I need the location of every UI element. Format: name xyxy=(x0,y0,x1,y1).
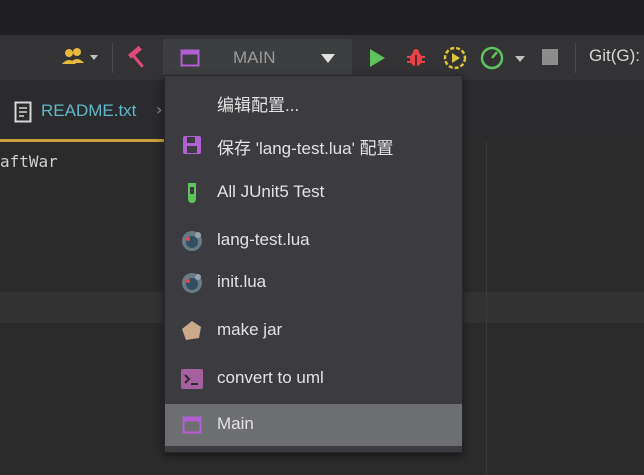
text-file-icon xyxy=(12,100,34,124)
menu-item-edit-configurations[interactable]: 编辑配置... xyxy=(165,81,462,123)
debug-icon[interactable] xyxy=(403,45,429,71)
main-toolbar: MAIN Git(G): xyxy=(0,35,644,80)
menu-item-label: 编辑配置... xyxy=(217,96,300,115)
run-configurations-dropdown: 编辑配置... 保存 'lang-test.lua' 配置 All JUnit5… xyxy=(164,75,463,453)
code-line: aftWar xyxy=(0,152,58,171)
menu-item-convert-to-uml[interactable]: convert to uml xyxy=(165,358,462,400)
polygon-icon xyxy=(179,319,205,343)
tab-readme[interactable]: README.txt › xyxy=(0,80,165,142)
run-config-label: MAIN xyxy=(233,48,276,67)
chevron-down-icon xyxy=(319,52,337,64)
menu-item-label: 保存 'lang-test.lua' 配置 xyxy=(217,139,394,158)
profiler-icon[interactable] xyxy=(478,44,528,72)
menu-item-lang-test-lua[interactable]: lang-test.lua xyxy=(165,220,462,262)
tab-filename: README.txt xyxy=(41,101,137,120)
save-icon xyxy=(179,133,205,157)
menu-item-label: All JUnit5 Test xyxy=(217,182,325,201)
menu-item-all-junit5-test[interactable]: All JUnit5 Test xyxy=(165,172,462,214)
hammer-icon[interactable] xyxy=(122,44,150,72)
menu-item-label: init.lua xyxy=(217,272,267,291)
menu-item-label: Main xyxy=(217,414,254,433)
terminal-icon xyxy=(179,367,205,391)
menu-item-label: convert to uml xyxy=(217,368,324,387)
run-configuration-selector[interactable]: MAIN xyxy=(163,39,352,77)
toolbar-separator xyxy=(575,43,576,73)
menu-item-init-lua[interactable]: init.lua xyxy=(165,262,462,304)
run-icon[interactable] xyxy=(365,45,389,71)
menu-item-make-jar[interactable]: make jar xyxy=(165,310,462,352)
toolbar-separator xyxy=(112,43,113,73)
window-icon xyxy=(179,48,201,68)
users-icon[interactable] xyxy=(58,44,102,70)
menu-item-label: lang-test.lua xyxy=(217,230,310,249)
title-strip xyxy=(0,0,644,35)
right-margin-guide xyxy=(486,142,487,475)
menu-item-label: make jar xyxy=(217,320,283,339)
lua-icon xyxy=(179,271,205,295)
menu-item-save-config[interactable]: 保存 'lang-test.lua' 配置 xyxy=(165,124,462,166)
test-tube-icon xyxy=(179,181,205,205)
stop-icon[interactable] xyxy=(539,46,561,68)
tab-close-icon[interactable]: › xyxy=(156,100,162,119)
lua-icon xyxy=(179,229,205,253)
window-icon xyxy=(179,413,205,437)
run-with-coverage-icon[interactable] xyxy=(441,44,469,72)
menu-item-main[interactable]: Main xyxy=(165,404,462,446)
git-menu-label[interactable]: Git(G): xyxy=(589,46,640,66)
